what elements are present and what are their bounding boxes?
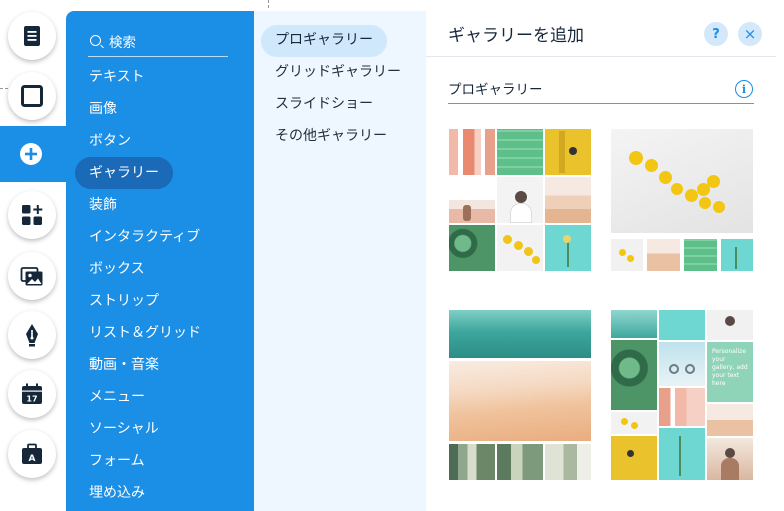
media-icon <box>20 267 43 286</box>
category-video-music[interactable]: 動画・音楽 <box>75 349 173 381</box>
subcategory-pro-gallery[interactable]: プロギャラリー <box>261 25 387 57</box>
gallery-thumb <box>659 342 705 386</box>
gallery-thumb <box>659 310 705 340</box>
gallery-preset-grid[interactable] <box>449 129 591 271</box>
apps-icon <box>22 205 43 225</box>
close-button[interactable]: × <box>738 22 762 46</box>
category-form[interactable]: フォーム <box>75 445 173 477</box>
gallery-thumb <box>707 438 753 480</box>
pages-button[interactable] <box>8 12 56 60</box>
calendar-badge-text: 17 <box>26 395 37 404</box>
category-text[interactable]: テキスト <box>75 61 173 93</box>
gallery-thumb <box>497 225 543 271</box>
add-button[interactable] <box>6 129 56 179</box>
category-decorative[interactable]: 装飾 <box>75 189 173 221</box>
panel-header: ギャラリーを追加 ? × <box>426 11 776 57</box>
category-list-grid[interactable]: リスト＆グリッド <box>75 317 201 349</box>
gallery-preset-masonry[interactable]: Personalize your gallery, add your text … <box>611 310 753 480</box>
add-panel-root: 17 A 検索 テキスト 画像 ボタン ギャラリー 装飾 インタラクティブ ボッ… <box>0 0 784 511</box>
bookings-button[interactable]: 17 <box>8 370 56 418</box>
category-interactive[interactable]: インタラクティブ <box>75 221 200 253</box>
category-social[interactable]: ソーシャル <box>75 413 173 445</box>
gallery-thumb <box>611 340 657 410</box>
category-button[interactable]: ボタン <box>75 125 173 157</box>
close-icon: × <box>743 25 757 43</box>
background-button[interactable] <box>8 72 56 120</box>
category-image[interactable]: 画像 <box>75 93 173 125</box>
gallery-thumb <box>545 444 591 480</box>
info-icon[interactable]: i <box>735 80 753 98</box>
guide-line <box>268 0 269 8</box>
gallery-thumb <box>497 444 543 480</box>
section-divider <box>448 103 754 104</box>
subcategory-grid-gallery[interactable]: グリッドギャラリー <box>261 57 415 89</box>
panel-edge <box>776 11 784 511</box>
bookings-calendar-icon: 17 <box>22 383 42 404</box>
portfolio-button[interactable]: A <box>8 430 56 478</box>
subcategory-panel: プロギャラリー グリッドギャラリー スライドショー その他ギャラリー <box>254 11 426 511</box>
gallery-thumb <box>449 361 591 441</box>
media-button[interactable] <box>8 252 56 300</box>
pages-icon <box>24 26 40 46</box>
left-toolbar: 17 A <box>0 0 66 511</box>
search-icon <box>90 35 101 46</box>
gallery-thumb <box>449 129 495 175</box>
gallery-thumb <box>611 310 657 338</box>
gallery-thumb <box>707 310 753 340</box>
search-field[interactable]: 検索 <box>88 25 228 57</box>
subcategory-list: プロギャラリー グリッドギャラリー スライドショー その他ギャラリー <box>261 25 415 153</box>
gallery-thumb <box>611 436 657 480</box>
category-embed[interactable]: 埋め込み <box>75 477 173 509</box>
gallery-text-tile: Personalize your gallery, add your text … <box>707 342 753 402</box>
background-icon <box>21 85 43 107</box>
section-title: プロギャラリー <box>448 82 543 98</box>
panel-title: ギャラリーを追加 <box>448 26 584 46</box>
gallery-thumb <box>497 129 543 175</box>
briefcase-badge-text: A <box>29 454 36 464</box>
gallery-hero-image <box>611 129 753 233</box>
gallery-thumb <box>545 225 591 271</box>
portfolio-briefcase-icon: A <box>22 443 42 464</box>
gallery-thumb <box>545 177 591 223</box>
category-box[interactable]: ボックス <box>75 253 173 285</box>
gallery-preset-stacked[interactable] <box>449 310 591 480</box>
gallery-thumb <box>721 239 753 271</box>
gallery-thumb <box>659 388 705 426</box>
gallery-thumb <box>449 177 495 223</box>
gallery-thumb <box>684 239 717 271</box>
subcategory-other-gallery[interactable]: その他ギャラリー <box>261 121 401 153</box>
gallery-thumb <box>707 404 753 436</box>
gallery-preset-thumbnails[interactable] <box>611 129 753 271</box>
category-panel: 検索 テキスト 画像 ボタン ギャラリー 装飾 インタラクティブ ボックス スト… <box>66 11 254 511</box>
guide-line <box>0 88 8 89</box>
gallery-thumb <box>545 129 591 175</box>
category-strip[interactable]: ストリップ <box>75 285 173 317</box>
gallery-thumb <box>449 310 591 358</box>
add-icon <box>20 143 42 165</box>
blog-button[interactable] <box>8 311 56 359</box>
gallery-thumb <box>497 177 543 223</box>
gallery-content-panel: ギャラリーを追加 ? × プロギャラリー i Personalize your … <box>426 11 776 511</box>
top-strip <box>66 0 784 11</box>
help-button[interactable]: ? <box>704 22 728 46</box>
help-icon: ? <box>712 26 720 42</box>
subcategory-slideshow[interactable]: スライドショー <box>261 89 387 121</box>
category-gallery[interactable]: ギャラリー <box>75 157 173 189</box>
gallery-thumb <box>449 444 495 480</box>
search-label: 検索 <box>109 34 136 51</box>
apps-button[interactable] <box>8 191 56 239</box>
gallery-thumb <box>647 239 680 271</box>
gallery-thumb <box>611 239 643 271</box>
gallery-thumb <box>449 225 495 271</box>
gallery-thumb <box>611 412 657 434</box>
category-menu[interactable]: メニュー <box>75 381 173 413</box>
blog-pen-icon <box>26 324 38 347</box>
gallery-thumb <box>659 428 705 480</box>
category-list: テキスト 画像 ボタン ギャラリー 装飾 インタラクティブ ボックス ストリップ… <box>75 61 245 509</box>
